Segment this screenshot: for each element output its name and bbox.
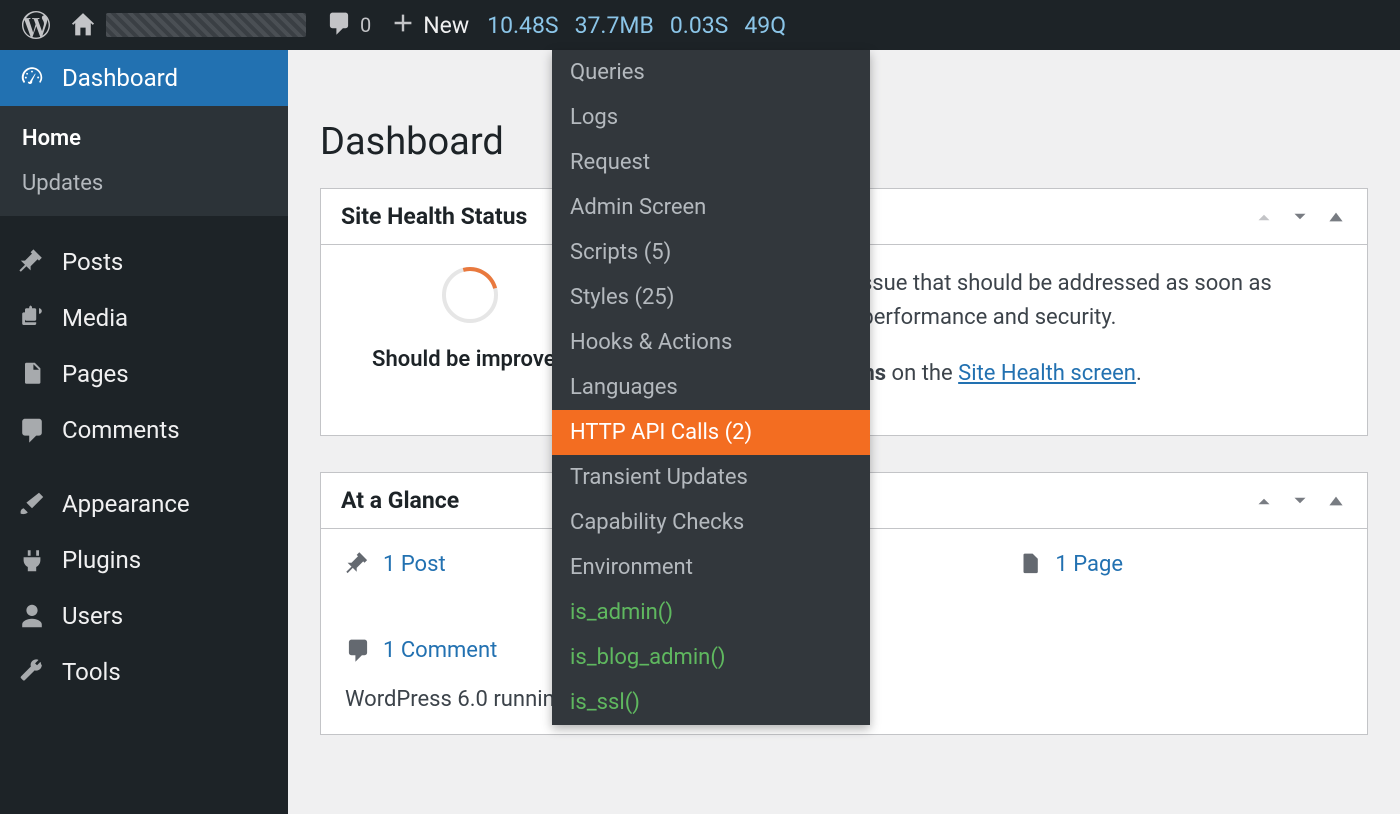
qm-menu-item[interactable]: is_ssl() (552, 680, 870, 725)
sidebar-label: Dashboard (62, 64, 178, 92)
sidebar-label: Appearance (62, 490, 190, 518)
sidebar-label: Plugins (62, 546, 141, 574)
sidebar-item-posts[interactable]: Posts (0, 234, 288, 290)
home-icon[interactable] (60, 0, 106, 50)
sidebar-label: Comments (62, 416, 180, 444)
qm-menu-item[interactable]: Logs (552, 95, 870, 140)
wp-logo-icon[interactable] (12, 0, 60, 50)
plus-icon (391, 11, 415, 40)
sidebar-item-comments[interactable]: Comments (0, 402, 288, 458)
page-icon (18, 360, 46, 388)
site-health-link[interactable]: Site Health screen (958, 361, 1136, 386)
comment-icon (326, 10, 352, 41)
site-health-chart-icon (442, 267, 498, 323)
sidebar-submenu: Home Updates (0, 106, 288, 216)
qm-menu-item[interactable]: Queries (552, 50, 870, 95)
chevron-up-icon[interactable] (1253, 206, 1275, 228)
comment-icon (345, 637, 371, 663)
page-icon (1017, 551, 1043, 577)
qm-memory[interactable]: 37.7MB (567, 12, 662, 39)
comment-icon (18, 416, 46, 444)
sidebar-label: Tools (62, 658, 121, 686)
sidebar-label: Media (62, 304, 128, 332)
qm-menu-item[interactable]: Transient Updates (552, 455, 870, 500)
sidebar-subitem-updates[interactable]: Updates (0, 161, 288, 206)
comments-adminbar[interactable]: 0 (316, 0, 381, 50)
qm-time[interactable]: 10.48S (479, 12, 566, 39)
qm-dbtime[interactable]: 0.03S (662, 12, 737, 39)
triangle-up-icon[interactable] (1325, 206, 1347, 228)
sidebar-item-pages[interactable]: Pages (0, 346, 288, 402)
sidebar-label: Pages (62, 360, 129, 388)
qm-menu-item[interactable]: Hooks & Actions (552, 320, 870, 365)
qm-menu-item[interactable]: Styles (25) (552, 275, 870, 320)
glance-pages[interactable]: 1 Page (1017, 551, 1123, 577)
chevron-down-icon[interactable] (1289, 490, 1311, 512)
qm-menu-item[interactable]: is_blog_admin() (552, 635, 870, 680)
media-icon (18, 304, 46, 332)
comment-count: 0 (360, 13, 371, 37)
qm-menu-item[interactable]: Request (552, 140, 870, 185)
site-name-blurred[interactable] (106, 13, 306, 37)
widget-title: Site Health Status (341, 203, 527, 230)
sidebar-item-users[interactable]: Users (0, 588, 288, 644)
sidebar-item-appearance[interactable]: Appearance (0, 476, 288, 532)
sidebar-item-dashboard[interactable]: Dashboard (0, 50, 288, 106)
brush-icon (18, 490, 46, 518)
sidebar-subitem-home[interactable]: Home (0, 116, 288, 161)
pin-icon (345, 551, 371, 577)
qm-menu-item[interactable]: Capability Checks (552, 500, 870, 545)
new-content[interactable]: New (381, 0, 479, 50)
sidebar-item-plugins[interactable]: Plugins (0, 532, 288, 588)
new-label: New (423, 12, 469, 39)
gauge-icon (18, 64, 46, 92)
qm-menu-item[interactable]: Languages (552, 365, 870, 410)
chevron-up-icon[interactable] (1253, 490, 1275, 512)
admin-sidebar: Dashboard Home Updates Posts Media Pages… (0, 50, 288, 814)
admin-toolbar: 0 New 10.48S 37.7MB 0.03S 49Q (0, 0, 1400, 50)
query-monitor-dropdown: QueriesLogsRequestAdmin ScreenScripts (5… (552, 50, 870, 725)
triangle-up-icon[interactable] (1325, 490, 1347, 512)
qm-menu-item[interactable]: is_admin() (552, 590, 870, 635)
plug-icon (18, 546, 46, 574)
user-icon (18, 602, 46, 630)
sidebar-label: Users (62, 602, 123, 630)
qm-menu-item[interactable]: Admin Screen (552, 185, 870, 230)
qm-querycount[interactable]: 49Q (736, 12, 794, 39)
qm-menu-item[interactable]: Environment (552, 545, 870, 590)
wrench-icon (18, 658, 46, 686)
glance-posts[interactable]: 1 Post (345, 551, 446, 577)
pin-icon (18, 248, 46, 276)
widget-title: At a Glance (341, 487, 459, 514)
sidebar-item-tools[interactable]: Tools (0, 644, 288, 700)
sidebar-label: Posts (62, 248, 123, 276)
qm-menu-item[interactable]: HTTP API Calls (2) (552, 410, 870, 455)
chevron-down-icon[interactable] (1289, 206, 1311, 228)
qm-menu-item[interactable]: Scripts (5) (552, 230, 870, 275)
sidebar-item-media[interactable]: Media (0, 290, 288, 346)
